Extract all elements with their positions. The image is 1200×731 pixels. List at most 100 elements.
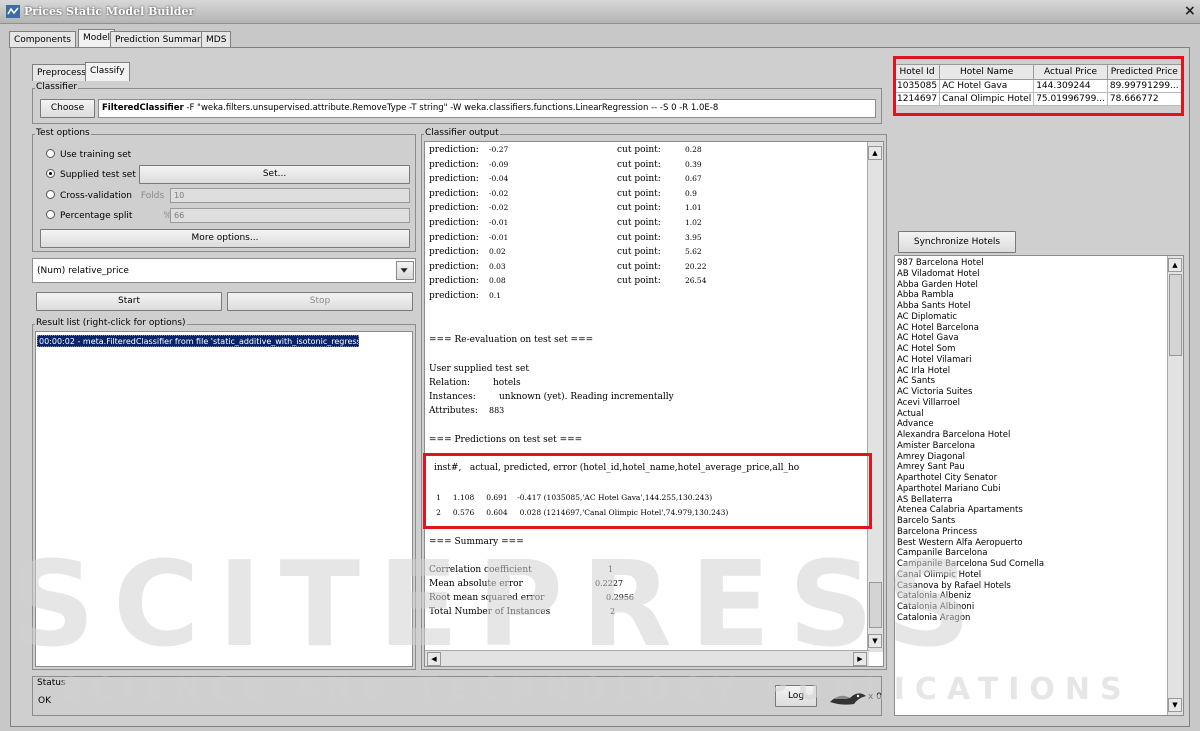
- status-value: OK: [38, 696, 51, 706]
- tab-preprocess[interactable]: Preprocess: [32, 64, 91, 81]
- more-options-button[interactable]: More options...: [40, 229, 410, 248]
- hotel-list-item[interactable]: Abba Sants Hotel: [895, 301, 1165, 312]
- scroll-down-icon[interactable]: ▼: [1168, 698, 1182, 712]
- instances-label: Instances:: [429, 392, 476, 402]
- prediction-label: prediction:: [429, 174, 479, 185]
- cut-point-value: 3.95: [685, 232, 702, 242]
- hotel-list-item[interactable]: Canal Olimpic Hotel: [895, 570, 1165, 581]
- prediction-line: prediction: 0.02 cut point: 5.62: [429, 247, 729, 261]
- hotel-list-item[interactable]: Best Western Alfa Aeropuerto: [895, 538, 1165, 549]
- dropdown-button[interactable]: [396, 261, 414, 280]
- scroll-up-icon[interactable]: ▲: [1168, 258, 1182, 272]
- classifier-output-label: Classifier output: [424, 128, 500, 138]
- choose-classifier-button[interactable]: Choose: [40, 99, 95, 118]
- hotel-list-item[interactable]: AB Viladomat Hotel: [895, 269, 1165, 280]
- classifier-output-text[interactable]: prediction: -0.27 cut point: 0.28 prediction…: [424, 141, 884, 667]
- log-button[interactable]: Log: [775, 685, 817, 707]
- prediction-line: prediction: -0.02 cut point: 1.01: [429, 203, 729, 217]
- hotel-list-item[interactable]: AC Irla Hotel: [895, 366, 1165, 377]
- hotel-list-item[interactable]: AC Victoria Suites: [895, 387, 1165, 398]
- start-button[interactable]: Start: [36, 292, 222, 311]
- hotel-list-item[interactable]: Aparthotel City Senator: [895, 473, 1165, 484]
- scroll-down-icon[interactable]: ▼: [868, 634, 882, 648]
- set-test-set-button[interactable]: Set...: [139, 165, 410, 184]
- hotel-list-item[interactable]: Campanile Barcelona: [895, 548, 1165, 559]
- prediction-line: prediction: -0.01 cut point: 3.95: [429, 233, 729, 247]
- prediction-line: prediction: 0.03 cut point: 20.22: [429, 262, 729, 276]
- scroll-thumb[interactable]: [869, 582, 882, 628]
- hotel-list-item[interactable]: Casanova by Rafael Hotels: [895, 581, 1165, 592]
- hotel-list-item[interactable]: Actual: [895, 409, 1165, 420]
- attributes-label: Attributes:: [429, 406, 478, 416]
- synchronize-hotels-button[interactable]: Synchronize Hotels: [898, 231, 1016, 253]
- class-attribute-select[interactable]: (Num) relative_price: [32, 258, 416, 283]
- hotel-list-item[interactable]: AC Hotel Som: [895, 344, 1165, 355]
- hotel-list-item[interactable]: Advance: [895, 419, 1165, 430]
- scroll-up-icon[interactable]: ▲: [868, 146, 882, 160]
- hotel-list-item[interactable]: Catalonia Albinoni: [895, 602, 1165, 613]
- folds-input[interactable]: 10: [170, 188, 410, 203]
- output-horizontal-scrollbar[interactable]: ◀ ▶: [425, 650, 869, 666]
- prediction-label: prediction:: [429, 261, 479, 272]
- tab-classify[interactable]: Classify: [85, 62, 130, 81]
- relation-value: hotels: [493, 378, 521, 388]
- scroll-left-icon[interactable]: ◀: [427, 652, 441, 666]
- cut-point-value: 1.02: [685, 218, 702, 227]
- hotel-list-item[interactable]: 987 Barcelona Hotel: [895, 258, 1165, 269]
- hotel-list-item[interactable]: Barcelona Princess: [895, 527, 1165, 538]
- hotel-list-item[interactable]: AC Hotel Barcelona: [895, 323, 1165, 334]
- prediction-label: prediction:: [429, 247, 479, 258]
- radio-use-training-set[interactable]: Use training set: [46, 149, 131, 160]
- hotel-list-item[interactable]: AC Sants: [895, 376, 1165, 387]
- radio-percentage-split[interactable]: Percentage split %: [46, 210, 172, 221]
- cut-point-label: cut point:: [617, 276, 661, 287]
- summary-label-mae: Mean absolute error: [429, 579, 523, 589]
- tab-mds[interactable]: MDS: [201, 31, 232, 48]
- hotel-list-item[interactable]: Catalonia Albeniz: [895, 591, 1165, 602]
- hotel-list-item[interactable]: Amrey Sant Pau: [895, 462, 1165, 473]
- hotel-list-item[interactable]: AC Hotel Vilamari: [895, 355, 1165, 366]
- prediction-label: prediction:: [429, 203, 479, 214]
- hotel-list-item[interactable]: Catalonia Aragon: [895, 613, 1165, 624]
- prediction-value: -0.01: [489, 218, 509, 227]
- hotels-vertical-scrollbar[interactable]: ▲ ▼: [1167, 256, 1183, 715]
- attributes-value: 883: [489, 406, 505, 415]
- radio-indicator: [46, 190, 55, 199]
- hotel-list-item[interactable]: Alexandra Barcelona Hotel: [895, 430, 1165, 441]
- hotel-list-item[interactable]: Aparthotel Mariano Cubi: [895, 484, 1165, 495]
- hotel-list-item[interactable]: AC Diplomatic: [895, 312, 1165, 323]
- hotel-list-item[interactable]: Abba Rambla: [895, 290, 1165, 301]
- cut-point-value: 20.22: [685, 261, 707, 271]
- hotel-list-item[interactable]: Campanile Barcelona Sud Cornella: [895, 559, 1165, 570]
- hotel-list-item[interactable]: Amrey Diagonal: [895, 452, 1165, 463]
- hotel-list-item[interactable]: Amister Barcelona: [895, 441, 1165, 452]
- tab-prediction-summary[interactable]: Prediction Summary: [110, 31, 212, 48]
- test-options-label: Test options: [35, 128, 91, 138]
- radio-cross-validation[interactable]: Cross-validation Folds: [46, 190, 164, 201]
- prediction-label: prediction:: [429, 188, 479, 199]
- hotel-list-item[interactable]: AC Hotel Gava: [895, 333, 1165, 344]
- summary-header: === Summary ===: [429, 537, 524, 547]
- hotel-list-item[interactable]: Atenea Calabria Apartaments: [895, 505, 1165, 516]
- hotel-list-item[interactable]: Acevi Villarroel: [895, 398, 1165, 409]
- hotels-list-items: 987 Barcelona Hotel AB Viladomat Hotel Abb…: [895, 258, 1165, 624]
- percent-input[interactable]: 66: [170, 208, 410, 223]
- scroll-right-icon[interactable]: ▶: [853, 652, 867, 666]
- output-vertical-scrollbar[interactable]: ▲ ▼: [867, 142, 883, 652]
- hotel-list-item[interactable]: AS Bellaterra: [895, 495, 1165, 506]
- task-count: x 0: [868, 692, 882, 702]
- result-list-item[interactable]: 00:00:02 - meta.FilteredClassifier from …: [37, 335, 359, 347]
- hotel-list-item[interactable]: Barcelo Sants: [895, 516, 1165, 527]
- tab-components[interactable]: Components: [9, 31, 76, 48]
- hotels-list[interactable]: 987 Barcelona Hotel AB Viladomat Hotel Abb…: [894, 255, 1184, 716]
- classifier-config-field[interactable]: FilteredClassifier -F "weka.filters.unsu…: [98, 99, 876, 118]
- status-label: Status: [36, 678, 67, 688]
- radio-supplied-test-set[interactable]: Supplied test set: [46, 169, 136, 180]
- close-icon[interactable]: ×: [1184, 3, 1196, 19]
- predictions-highlight-box: [423, 453, 872, 529]
- cut-point-value: 1.01: [685, 203, 702, 213]
- scroll-thumb[interactable]: [1169, 274, 1182, 356]
- hotel-list-item[interactable]: Abba Garden Hotel: [895, 280, 1165, 291]
- stop-button[interactable]: Stop: [227, 292, 413, 311]
- result-list[interactable]: 00:00:02 - meta.FilteredClassifier from …: [35, 331, 413, 667]
